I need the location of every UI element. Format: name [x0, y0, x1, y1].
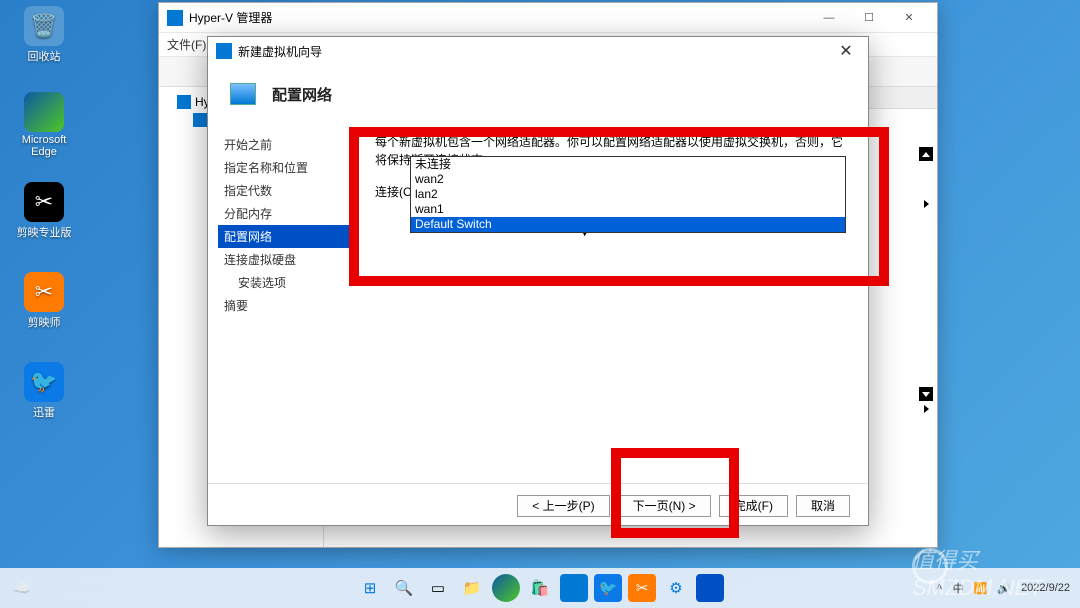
scroll-down-button[interactable]: [919, 387, 933, 401]
taskbar-center: ⊞ 🔍 ▭ 📁 🛍️ 🐦 ✂ ⚙: [356, 574, 724, 602]
expand-button-2[interactable]: [919, 402, 933, 416]
weather-widget[interactable]: ☁️: [8, 574, 36, 602]
step-vhd[interactable]: 连接虚拟硬盘: [218, 248, 353, 271]
step-network[interactable]: 配置网络: [218, 225, 353, 248]
tray-chevron-icon[interactable]: ˄: [936, 582, 942, 594]
expand-button[interactable]: [919, 197, 933, 211]
capcut-icon: ✂: [24, 182, 64, 222]
option-wan1[interactable]: wan1: [411, 202, 845, 217]
ime-icon[interactable]: 中: [953, 580, 964, 596]
option-lan2[interactable]: lan2: [411, 187, 845, 202]
icon-label: Microsoft Edge: [12, 134, 76, 158]
clock[interactable]: 2022/9/22: [1021, 582, 1070, 594]
volume-icon[interactable]: 🔊: [997, 582, 1011, 595]
desktop-icon-recycle[interactable]: 🗑️ 回收站: [12, 6, 76, 64]
step-memory[interactable]: 分配内存: [218, 202, 353, 225]
wizard-main: 每个新虚拟机包含一个网络适配器。你可以配置网络适配器以使用虚拟交换机，否则，它将…: [353, 123, 868, 483]
taskview-button[interactable]: ▭: [424, 574, 452, 602]
icon-label: 回收站: [12, 48, 76, 64]
step-generation[interactable]: 指定代数: [218, 179, 353, 202]
server-icon: [177, 95, 191, 109]
minimize-button[interactable]: —: [809, 4, 849, 32]
start-button[interactable]: ⊞: [356, 574, 384, 602]
desktop-icon-xunlei[interactable]: 🐦 迅雷: [12, 362, 76, 420]
close-button[interactable]: ✕: [889, 4, 929, 32]
step-before-begin[interactable]: 开始之前: [218, 133, 353, 156]
dialog-title: 新建虚拟机向导: [238, 43, 322, 60]
edge-taskbar-icon[interactable]: [492, 574, 520, 602]
app-icon-1[interactable]: 🐦: [594, 574, 622, 602]
wifi-icon[interactable]: 📶: [974, 582, 988, 595]
window-title: Hyper-V 管理器: [189, 9, 272, 26]
page-title: 配置网络: [272, 84, 332, 105]
icon-label: 剪映专业版: [12, 224, 76, 240]
icon-label: 迅雷: [12, 404, 76, 420]
step-summary[interactable]: 摘要: [218, 294, 353, 317]
desktop-icon-capcut-pro[interactable]: ✂ 剪映专业版: [12, 182, 76, 240]
taskbar[interactable]: ☁️ ⊞ 🔍 ▭ 📁 🛍️ 🐦 ✂ ⚙ ˄ 中 📶 🔊 2022/9/22: [0, 568, 1080, 608]
app-icon: [167, 10, 183, 26]
close-button[interactable]: ✕: [832, 41, 860, 61]
finish-button[interactable]: 完成(F): [719, 495, 788, 517]
store-icon[interactable]: 🛍️: [526, 574, 554, 602]
menu-file[interactable]: 文件(F): [167, 36, 206, 53]
wizard-icon: [216, 43, 232, 59]
xunlei-icon: 🐦: [24, 362, 64, 402]
app-icon-2[interactable]: ✂: [628, 574, 656, 602]
cancel-button[interactable]: 取消: [796, 495, 850, 517]
wizard-header: 配置网络: [208, 65, 868, 123]
new-vm-wizard-dialog: 新建虚拟机向导 ✕ 配置网络 开始之前 指定名称和位置 指定代数 分配内存 配置…: [207, 36, 869, 526]
prev-button[interactable]: < 上一步(P): [517, 495, 609, 517]
host-icon: [193, 113, 207, 127]
wizard-buttons: < 上一步(P) 下一页(N) > 完成(F) 取消: [208, 483, 868, 527]
step-install-options[interactable]: 安装选项: [218, 271, 353, 294]
network-icon: [230, 83, 256, 105]
titlebar[interactable]: Hyper-V 管理器 — ☐ ✕: [159, 3, 937, 33]
wizard-steps: 开始之前 指定名称和位置 指定代数 分配内存 配置网络 连接虚拟硬盘 安装选项 …: [208, 123, 353, 483]
edge-icon: [24, 92, 64, 132]
maximize-button[interactable]: ☐: [849, 4, 889, 32]
dialog-titlebar[interactable]: 新建虚拟机向导 ✕: [208, 37, 868, 65]
step-name-location[interactable]: 指定名称和位置: [218, 156, 353, 179]
recycle-bin-icon: 🗑️: [24, 6, 64, 46]
option-wan2[interactable]: wan2: [411, 172, 845, 187]
connection-dropdown[interactable]: 未连接 wan2 lan2 wan1 Default Switch: [410, 156, 846, 233]
icon-label: 剪映师: [12, 314, 76, 330]
search-button[interactable]: 🔍: [390, 574, 418, 602]
scroll-up-button[interactable]: [919, 147, 933, 161]
hyperv-taskbar-icon[interactable]: [560, 574, 588, 602]
desktop-icon-capcut[interactable]: ✂ 剪映师: [12, 272, 76, 330]
option-default-switch[interactable]: Default Switch: [411, 217, 845, 232]
system-tray[interactable]: ˄ 中 📶 🔊 2022/9/22: [936, 580, 1070, 596]
explorer-icon[interactable]: 📁: [458, 574, 486, 602]
app-icon-3[interactable]: ⚙: [662, 574, 690, 602]
app-icon-4[interactable]: [696, 574, 724, 602]
option-not-connected[interactable]: 未连接: [411, 157, 845, 172]
jianji-icon: ✂: [24, 272, 64, 312]
next-button[interactable]: 下一页(N) >: [618, 495, 711, 517]
desktop-icon-edge[interactable]: Microsoft Edge: [12, 92, 76, 158]
